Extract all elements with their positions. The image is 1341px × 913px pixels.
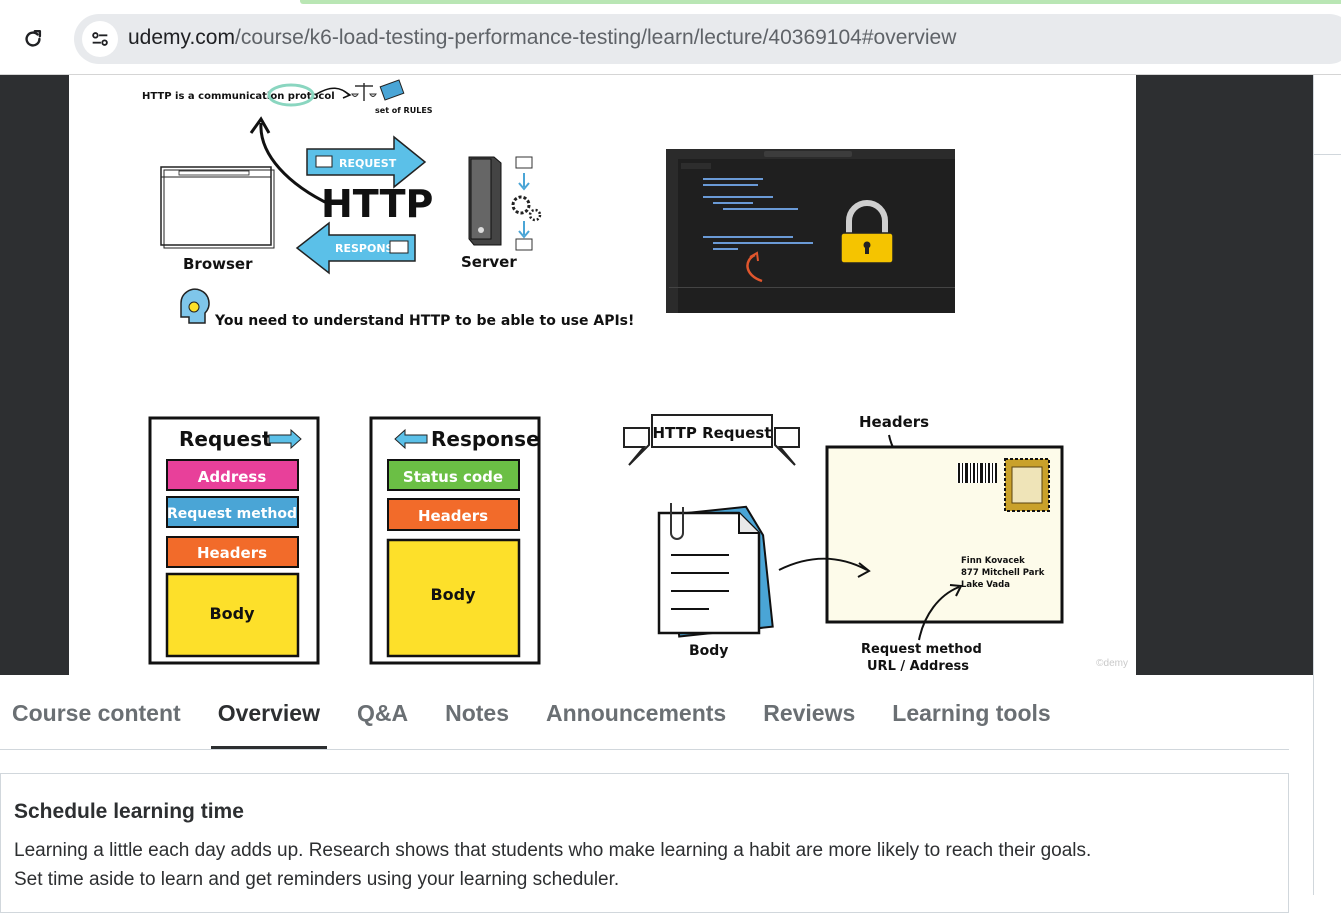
- api-note: You need to understand HTTP to be able t…: [214, 313, 634, 329]
- request-box: Request Address Request method Headers B…: [148, 416, 320, 665]
- tab-reviews[interactable]: Reviews: [763, 700, 855, 749]
- browser-label: Browser: [183, 255, 253, 273]
- rules-label: set of RULES: [375, 106, 433, 115]
- request-arrow: REQUEST: [306, 135, 427, 189]
- headers-label: Headers: [859, 413, 929, 431]
- schedule-line-1: Learning a little each day adds up. Rese…: [14, 840, 1092, 861]
- http-request-banner: HTTP Request: [653, 424, 772, 442]
- scales-icon: [351, 83, 377, 101]
- code-editor-screenshot: [666, 149, 955, 313]
- request-method-label: Request method: [861, 642, 982, 657]
- barcode: [957, 463, 997, 483]
- schedule-line-2: Set time aside to learn and get reminder…: [14, 869, 620, 890]
- browser-illustration: Browser: [160, 166, 275, 273]
- body-label: Body: [689, 643, 728, 659]
- svg-text:Address: Address: [198, 468, 267, 486]
- tab-overview[interactable]: Overview: [210, 700, 327, 749]
- tab-notes[interactable]: Notes: [445, 700, 509, 749]
- response-box-title: Response: [431, 427, 540, 451]
- tab-course-content[interactable]: Course content: [12, 700, 181, 749]
- course-tabs: Course content Overview Q&A Notes Announ…: [0, 675, 1289, 750]
- address-bar[interactable]: udemy.com/course/k6-load-testing-perform…: [74, 14, 1341, 64]
- envelope-icon: [515, 156, 533, 169]
- envelope-icon: [515, 238, 533, 251]
- response-box: Response Status code Headers Body: [369, 416, 541, 665]
- site-info-icon[interactable]: [82, 21, 118, 57]
- url-path: /course/k6-load-testing-performance-test…: [234, 26, 957, 49]
- http-note: HTTP is a communication protocol: [142, 91, 335, 102]
- gear-icon: [528, 208, 542, 222]
- svg-text:Status code: Status code: [403, 468, 503, 486]
- envelope-icon: [315, 155, 333, 168]
- svg-text:Request method: Request method: [167, 506, 297, 522]
- reload-icon[interactable]: [18, 24, 48, 54]
- schedule-learning-card: Schedule learning time Learning a little…: [0, 773, 1289, 913]
- server-illustration: Server: [461, 156, 542, 271]
- address-line-1: Finn Kovacek: [961, 556, 1025, 566]
- tab-qa[interactable]: Q&A: [357, 700, 408, 749]
- schedule-title: Schedule learning time: [14, 800, 244, 823]
- http-request-illustration: HTTP Request Headers Finn Kovacek 877 Mi…: [623, 413, 1064, 674]
- url-address-label: URL / Address: [867, 659, 969, 674]
- paper-document: [657, 503, 774, 638]
- envelope-icon: [389, 240, 409, 254]
- url-host: udemy.com: [128, 26, 235, 49]
- svg-text:REQUEST: REQUEST: [339, 157, 397, 170]
- svg-text:Headers: Headers: [197, 544, 267, 562]
- svg-text:Body: Body: [209, 604, 255, 623]
- http-big-label: HTTP: [321, 182, 433, 226]
- http-diagram: HTTP is a communication protocol set of …: [142, 79, 634, 329]
- response-arrow: RESPONSE: [295, 221, 416, 275]
- address-line-3: Lake Vada: [961, 580, 1010, 590]
- video-player[interactable]: HTTP is a communication protocol set of …: [0, 75, 1313, 675]
- tab-learning-tools[interactable]: Learning tools: [892, 700, 1050, 749]
- course-sidebar[interactable]: [1313, 75, 1341, 895]
- page-load-bar: [300, 0, 1341, 4]
- browser-toolbar: udemy.com/course/k6-load-testing-perform…: [0, 0, 1341, 75]
- request-box-title: Request: [179, 427, 272, 451]
- book-icon: [379, 79, 405, 101]
- gear-icon: [511, 195, 531, 215]
- udemy-watermark: ©demy: [1096, 658, 1128, 669]
- server-label: Server: [461, 253, 517, 271]
- lecture-slide: HTTP is a communication protocol set of …: [69, 75, 1136, 675]
- svg-text:Headers: Headers: [418, 507, 488, 525]
- head-bulb-icon: [180, 288, 210, 324]
- tab-announcements[interactable]: Announcements: [546, 700, 726, 749]
- url-text[interactable]: udemy.com/course/k6-load-testing-perform…: [128, 26, 956, 50]
- address-line-2: 877 Mitchell Park: [961, 568, 1045, 578]
- svg-text:Body: Body: [430, 585, 476, 604]
- sidebar-header: [1314, 75, 1341, 155]
